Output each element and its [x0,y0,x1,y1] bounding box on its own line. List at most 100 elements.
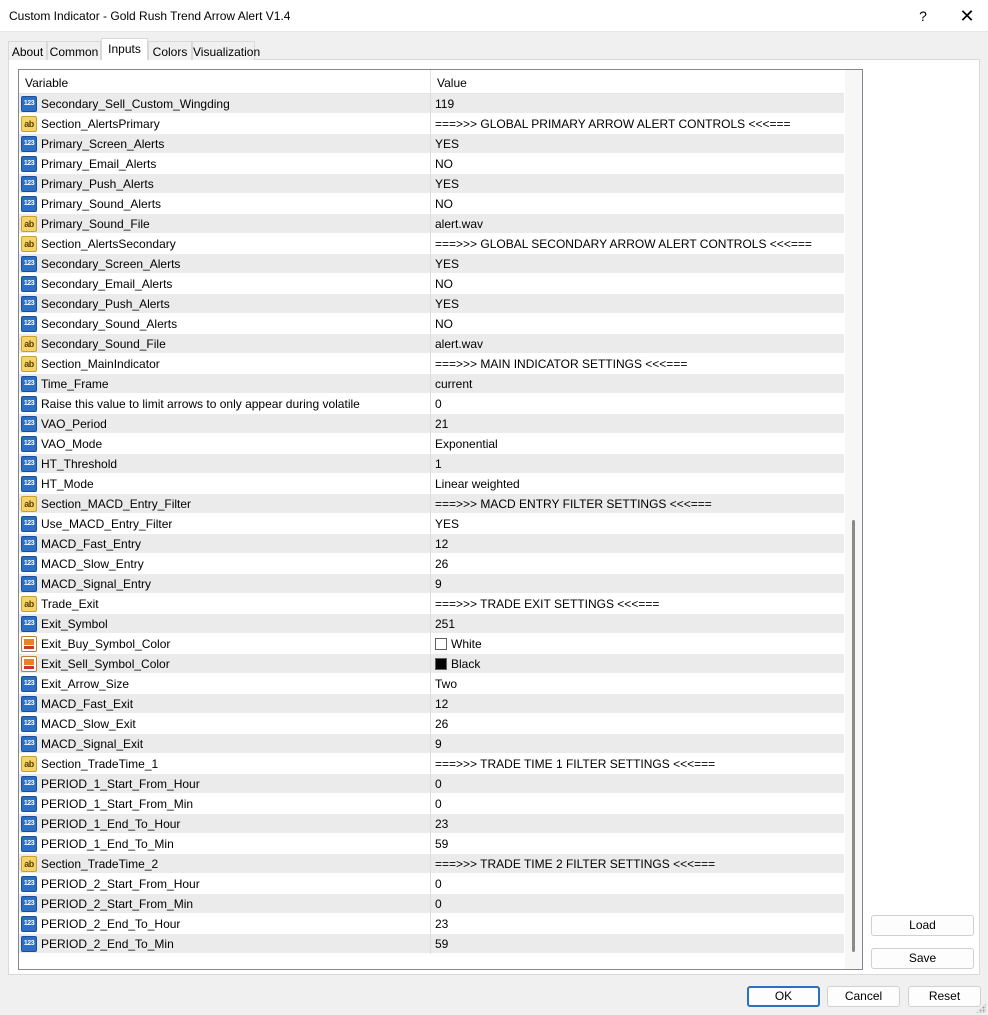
table-row[interactable]: ab Section_MACD_Entry_Filter ===>>> MACD E… [19,494,844,514]
variable-value[interactable]: 1 [435,457,442,471]
variable-value[interactable]: Linear weighted [435,477,520,491]
cancel-button[interactable]: Cancel [827,986,900,1007]
variable-value[interactable]: 251 [435,617,455,631]
variable-value[interactable]: 23 [435,917,448,931]
table-row[interactable]: 123 MACD_Signal_Exit 9 [19,734,844,754]
variable-value[interactable]: ===>>> GLOBAL PRIMARY ARROW ALERT CONTRO… [435,117,791,131]
column-header-variable[interactable]: Variable [25,76,68,90]
table-row[interactable]: 123 MACD_Fast_Exit 12 [19,694,844,714]
table-row[interactable]: 123 HT_Threshold 1 [19,454,844,474]
variable-value[interactable]: Two [435,677,457,691]
close-icon[interactable]: ✕ [944,0,988,32]
variable-value[interactable]: YES [435,257,459,271]
table-row[interactable]: ab Section_AlertsSecondary ===>>> GLOBAL S… [19,234,844,254]
table-row[interactable]: ab Section_MainIndicator ===>>> MAIN INDIC… [19,354,844,374]
variable-value[interactable]: 9 [435,737,442,751]
tab-about[interactable]: About [8,41,47,60]
table-row[interactable]: 123 HT_Mode Linear weighted [19,474,844,494]
variable-value[interactable]: ===>>> TRADE TIME 1 FILTER SETTINGS <<<=… [435,757,715,771]
table-row[interactable]: 123 Raise this value to limit arrows to o… [19,394,844,414]
save-button[interactable]: Save [871,948,974,969]
variable-value[interactable]: ===>>> MAIN INDICATOR SETTINGS <<<=== [435,357,687,371]
table-row[interactable]: ab Section_TradeTime_2 ===>>> TRADE TIME 2… [19,854,844,874]
variable-value[interactable]: 0 [435,877,442,891]
table-row[interactable]: 123 PERIOD_2_End_To_Min 59 [19,934,844,954]
variable-value[interactable]: ===>>> MACD ENTRY FILTER SETTINGS <<<=== [435,497,712,511]
table-row[interactable]: Exit_Buy_Symbol_Color White [19,634,844,654]
table-row[interactable]: 123 MACD_Signal_Entry 9 [19,574,844,594]
table-row[interactable]: 123 Primary_Push_Alerts YES [19,174,844,194]
table-row[interactable]: 123 PERIOD_2_Start_From_Hour 0 [19,874,844,894]
table-row[interactable]: 123 Secondary_Sound_Alerts NO [19,314,844,334]
variable-value[interactable]: NO [435,197,453,211]
table-row[interactable]: 123 Primary_Sound_Alerts NO [19,194,844,214]
table-row[interactable]: 123 Time_Frame current [19,374,844,394]
table-row[interactable]: 123 Primary_Screen_Alerts YES [19,134,844,154]
variable-value[interactable]: alert.wav [435,337,483,351]
variable-value[interactable]: NO [435,277,453,291]
variable-value[interactable]: ===>>> TRADE TIME 2 FILTER SETTINGS <<<=… [435,857,715,871]
table-row[interactable]: 123 PERIOD_2_End_To_Hour 23 [19,914,844,934]
table-row[interactable]: 123 Secondary_Push_Alerts YES [19,294,844,314]
table-row[interactable]: 123 Exit_Arrow_Size Two [19,674,844,694]
variable-value[interactable]: 0 [435,797,442,811]
variable-value[interactable]: alert.wav [435,217,483,231]
variable-value[interactable]: 12 [435,697,448,711]
scrollbar-thumb[interactable] [852,520,855,952]
variable-value[interactable]: 59 [435,837,448,851]
table-row[interactable]: ab Section_TradeTime_1 ===>>> TRADE TIME 1… [19,754,844,774]
column-divider[interactable] [430,70,431,94]
variable-value[interactable]: 0 [435,777,442,791]
reset-button[interactable]: Reset [908,986,981,1007]
tab-visualization[interactable]: Visualization [192,41,260,60]
load-button[interactable]: Load [871,915,974,936]
variable-value[interactable]: White [435,637,482,651]
variable-value[interactable]: current [435,377,472,391]
tab-inputs[interactable]: Inputs [101,38,148,60]
table-row[interactable]: 123 Primary_Email_Alerts NO [19,154,844,174]
table-row[interactable]: 123 PERIOD_1_Start_From_Hour 0 [19,774,844,794]
variable-value[interactable]: 26 [435,557,448,571]
table-row[interactable]: 123 VAO_Mode Exponential [19,434,844,454]
vertical-scrollbar[interactable] [845,70,862,969]
table-row[interactable]: 123 PERIOD_2_Start_From_Min 0 [19,894,844,914]
variable-value[interactable]: 26 [435,717,448,731]
variable-value[interactable]: 12 [435,537,448,551]
table-row[interactable]: ab Primary_Sound_File alert.wav [19,214,844,234]
column-header-value[interactable]: Value [437,76,467,90]
variable-value[interactable]: 0 [435,397,442,411]
table-row[interactable]: 123 PERIOD_1_Start_From_Min 0 [19,794,844,814]
variable-value[interactable]: YES [435,177,459,191]
variable-value[interactable]: 119 [435,97,454,111]
variable-value[interactable]: ===>>> TRADE EXIT SETTINGS <<<=== [435,597,659,611]
table-row[interactable]: Exit_Sell_Symbol_Color Black [19,654,844,674]
table-row[interactable]: 123 Secondary_Email_Alerts NO [19,274,844,294]
table-row[interactable]: 123 Exit_Symbol 251 [19,614,844,634]
variable-value[interactable]: NO [435,317,453,331]
table-row[interactable]: 123 MACD_Fast_Entry 12 [19,534,844,554]
variable-value[interactable]: YES [435,297,459,311]
variable-value[interactable]: YES [435,137,459,151]
tab-colors[interactable]: Colors [148,41,192,60]
variable-value[interactable]: 0 [435,897,442,911]
table-row[interactable]: 123 MACD_Slow_Exit 26 [19,714,844,734]
variable-value[interactable]: Exponential [435,437,498,451]
table-row[interactable]: ab Secondary_Sound_File alert.wav [19,334,844,354]
variable-value[interactable]: 9 [435,577,442,591]
table-row[interactable]: 123 VAO_Period 21 [19,414,844,434]
table-row[interactable]: 123 MACD_Slow_Entry 26 [19,554,844,574]
table-row[interactable]: ab Trade_Exit ===>>> TRADE EXIT SETTINGS <… [19,594,844,614]
variable-value[interactable]: 23 [435,817,448,831]
table-row[interactable]: 123 Secondary_Sell_Custom_Wingding 119 [19,94,844,114]
variable-value[interactable]: YES [435,517,459,531]
help-button[interactable]: ? [900,0,946,32]
ok-button[interactable]: OK [747,986,820,1007]
variable-value[interactable]: 59 [435,937,448,951]
table-row[interactable]: 123 PERIOD_1_End_To_Min 59 [19,834,844,854]
table-row[interactable]: 123 Use_MACD_Entry_Filter YES [19,514,844,534]
tab-common[interactable]: Common [47,41,101,60]
table-row[interactable]: 123 Secondary_Screen_Alerts YES [19,254,844,274]
variable-value[interactable]: ===>>> GLOBAL SECONDARY ARROW ALERT CONT… [435,237,812,251]
table-row[interactable]: ab Section_AlertsPrimary ===>>> GLOBAL PRI… [19,114,844,134]
variable-value[interactable]: Black [435,657,480,671]
